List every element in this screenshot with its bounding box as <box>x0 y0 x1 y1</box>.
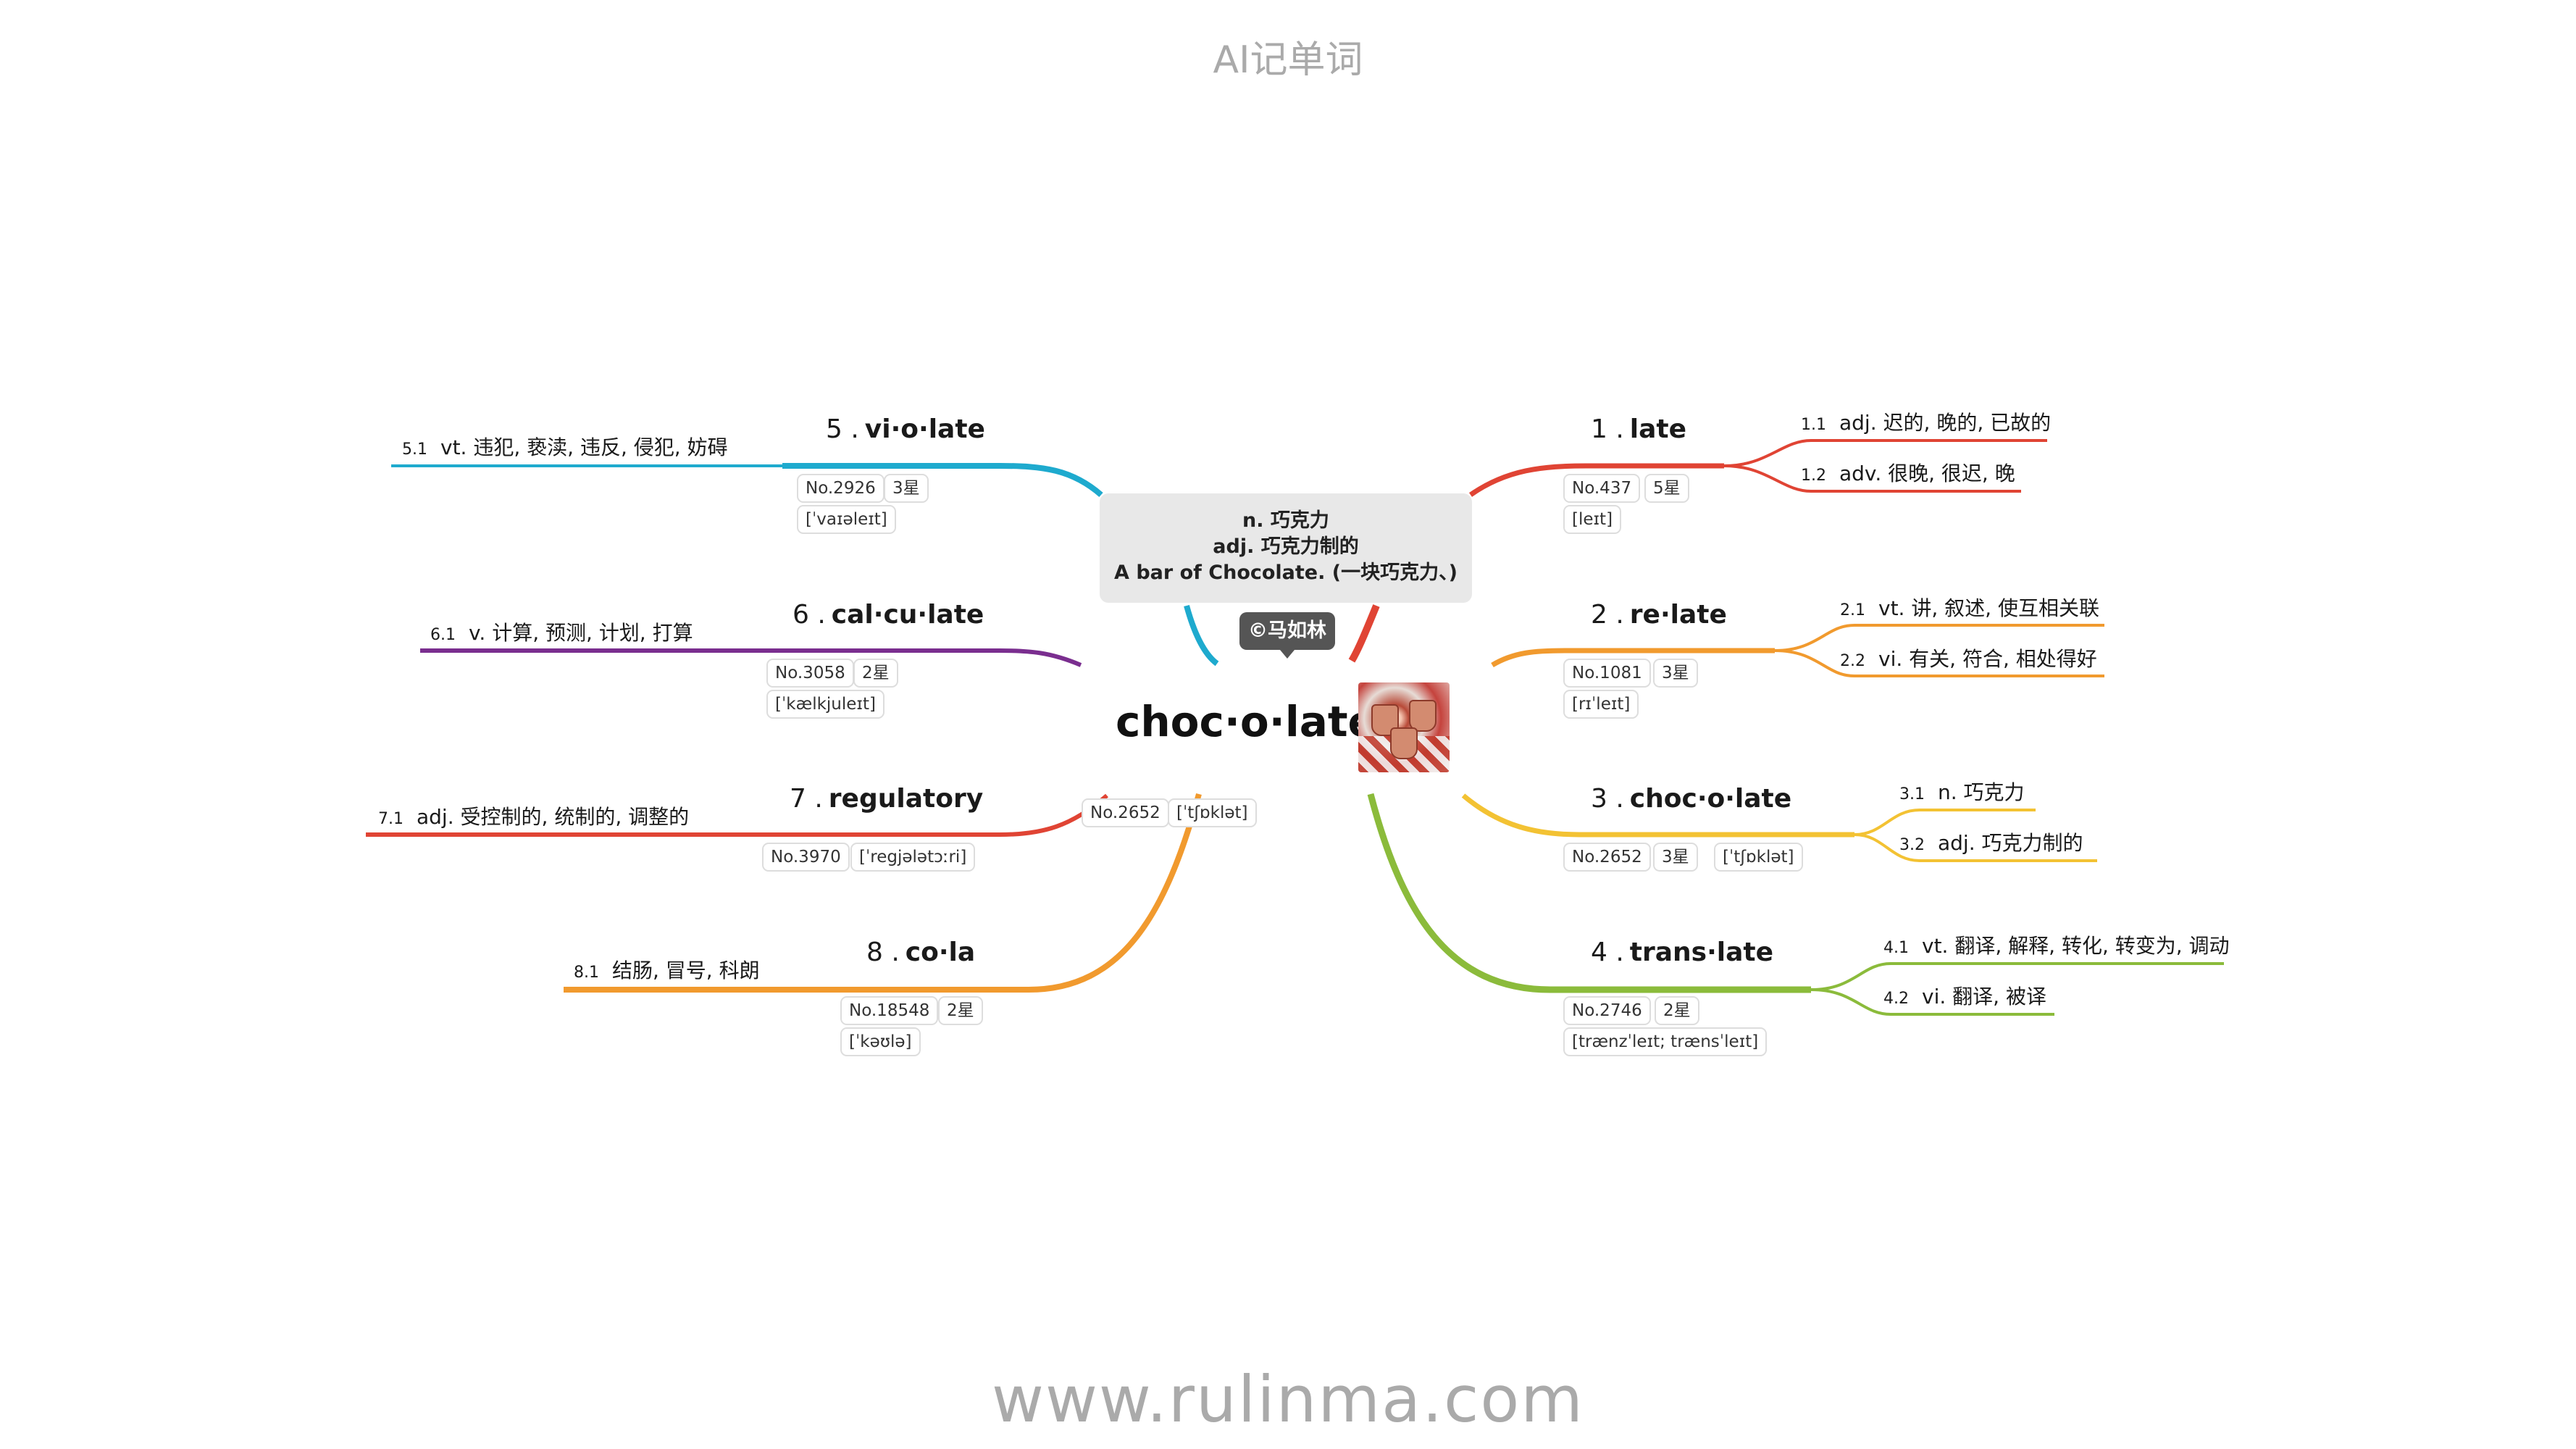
sense-number: 4.1 <box>1883 939 1909 957</box>
sense-text: v. 计算, 预测, 计划, 打算 <box>469 621 693 645</box>
ipa-tag: [ˈkælkjuleɪt] <box>766 690 885 719</box>
branch-word: late <box>1629 414 1687 444</box>
rank-tag: No.1081 <box>1563 659 1651 688</box>
branch-word-3[interactable]: 3 . choc·o·late <box>1591 784 1791 814</box>
sense-7-1: 7.1 adj. 受控制的, 统制的, 调整的 <box>378 801 689 830</box>
branch-word-8[interactable]: 8 . co·la <box>866 938 975 967</box>
ipa-tag: [rɪˈleɪt] <box>1563 690 1639 719</box>
ipa-tag: [ˈtʃɒklət] <box>1714 843 1803 872</box>
rank-tag: No.2926 <box>797 474 885 503</box>
trunk-6 <box>420 648 1082 667</box>
branch-word-6[interactable]: 6 . cal·cu·late <box>793 600 984 630</box>
sense-2-1: 2.1 vt. 讲, 叙述, 使互相关联 <box>1840 593 2099 622</box>
branch-number: 3 . <box>1591 784 1624 814</box>
branch-word: re·late <box>1629 600 1727 630</box>
branch-word: co·la <box>905 938 976 967</box>
ipa-tag: [ˈvaɪəleɪt] <box>797 505 896 534</box>
rank-tag: No.18548 <box>840 996 939 1025</box>
note-line: n. 巧克力 <box>1242 509 1329 532</box>
branch-number: 6 . <box>793 600 826 630</box>
sense-2-2: 2.2 vi. 有关, 符合, 相处得好 <box>1840 643 2097 672</box>
rank-tag: No.2652 <box>1563 843 1651 872</box>
stars-tag: 3星 <box>1653 843 1698 872</box>
branch-number: 4 . <box>1591 938 1624 967</box>
sense-number: 4.2 <box>1883 990 1909 1008</box>
branch-word-4[interactable]: 4 . trans·late <box>1591 938 1773 967</box>
branch-number: 2 . <box>1591 600 1624 630</box>
sense-4-1: 4.1 vt. 翻译, 解释, 转化, 转变为, 调动 <box>1883 930 2230 959</box>
stars-tag: 3星 <box>1653 659 1698 688</box>
branch-word: regulatory <box>828 784 984 814</box>
sense-number: 3.1 <box>1899 785 1925 803</box>
rank-tag: No.3058 <box>766 659 854 688</box>
rank-tag: No.2746 <box>1563 996 1651 1025</box>
definition-note: n. 巧克力 adj. 巧克力制的 A bar of Chocolate. (一… <box>1100 493 1472 603</box>
sense-text: adj. 迟的, 晚的, 已故的 <box>1839 411 2052 435</box>
stars-tag: 2星 <box>1655 996 1699 1025</box>
sense-number: 2.2 <box>1840 652 1865 670</box>
branch-number: 5 . <box>826 414 859 444</box>
branch-word: trans·late <box>1629 938 1774 967</box>
sense-number: 6.1 <box>430 626 456 644</box>
connector-note <box>1348 604 1380 663</box>
sense-number: 3.2 <box>1899 836 1925 854</box>
branch-word-1[interactable]: 1 . late <box>1591 414 1686 444</box>
sense-5-1: 5.1 vt. 违犯, 亵渎, 违反, 侵犯, 妨碍 <box>402 432 728 461</box>
sense-text: vi. 有关, 符合, 相处得好 <box>1878 647 2097 671</box>
stars-tag: 3星 <box>884 474 929 503</box>
branch-word: choc·o·late <box>1629 784 1792 814</box>
central-topic-word[interactable]: choc·o·late <box>1116 697 1376 746</box>
stars-tag: 5星 <box>1644 474 1689 503</box>
branch-word-5[interactable]: 5 . vi·o·late <box>826 414 985 444</box>
sense-text: vt. 违犯, 亵渎, 违反, 侵犯, 妨碍 <box>440 435 728 459</box>
sense-text: adj. 受控制的, 统制的, 调整的 <box>417 805 690 829</box>
sense-4-2: 4.2 vi. 翻译, 被译 <box>1883 981 2046 1010</box>
branch-word: vi·o·late <box>864 414 985 444</box>
sense-number: 1.1 <box>1801 416 1826 434</box>
sense-number: 8.1 <box>574 964 599 982</box>
rank-tag: No.3970 <box>762 843 850 872</box>
sense-3-1: 3.1 n. 巧克力 <box>1899 777 2025 806</box>
note-line: A bar of Chocolate. (一块巧克力、) <box>1114 561 1458 584</box>
ipa-tag: [ˈregjələtɔːri] <box>850 843 976 872</box>
sense-number: 5.1 <box>402 440 427 459</box>
sense-text: n. 巧克力 <box>1938 780 2025 804</box>
ipa-tag: [leɪt] <box>1563 505 1622 534</box>
ipa-tag: [trænzˈleɪt; trænsˈleɪt] <box>1563 1027 1768 1056</box>
sense-3-2: 3.2 adj. 巧克力制的 <box>1899 827 2083 856</box>
footer-url[interactable]: www.rulinma.com <box>0 1362 2576 1437</box>
sense-text: vi. 翻译, 被译 <box>1922 985 2046 1009</box>
sense-1-2: 1.2 adv. 很晚, 很迟, 晚 <box>1801 458 2015 487</box>
chocolate-photo <box>1358 682 1450 772</box>
sense-number: 7.1 <box>378 810 403 828</box>
sense-text: vt. 翻译, 解释, 转化, 转变为, 调动 <box>1922 934 2230 958</box>
sense-number: 2.1 <box>1840 601 1865 619</box>
copyright-badge: ©马如林 <box>1239 612 1335 659</box>
sense-text: vt. 讲, 叙述, 使互相关联 <box>1878 596 2099 620</box>
branch-word-7[interactable]: 7 . regulatory <box>790 784 983 814</box>
sense-number: 1.2 <box>1801 467 1826 485</box>
sense-6-1: 6.1 v. 计算, 预测, 计划, 打算 <box>430 617 693 646</box>
note-line: adj. 巧克力制的 <box>1213 535 1359 558</box>
stars-tag: 2星 <box>938 996 983 1025</box>
sense-text: adj. 巧克力制的 <box>1938 831 2083 855</box>
sense-1-1: 1.1 adj. 迟的, 晚的, 已故的 <box>1801 407 2051 436</box>
rank-tag: No.437 <box>1563 474 1641 503</box>
ipa-tag: [ˈkəʊlə] <box>840 1027 921 1056</box>
branch-word: cal·cu·late <box>831 600 984 630</box>
site-title: AI记单词 <box>1213 38 1363 82</box>
branch-number: 8 . <box>866 938 900 967</box>
branch-word-2[interactable]: 2 . re·late <box>1591 600 1727 630</box>
sense-text: adv. 很晚, 很迟, 晚 <box>1839 462 2015 485</box>
sense-text: 结肠, 冒号, 科朗 <box>612 959 760 982</box>
center-no-tag: No.2652 <box>1082 798 1169 827</box>
branch-number: 7 . <box>790 784 823 814</box>
center-ipa-tag: [ˈtʃɒklət] <box>1168 798 1257 827</box>
stars-tag: 2星 <box>853 659 898 688</box>
branch-number: 1 . <box>1591 414 1624 444</box>
sense-8-1: 8.1 结肠, 冒号, 科朗 <box>574 955 760 984</box>
